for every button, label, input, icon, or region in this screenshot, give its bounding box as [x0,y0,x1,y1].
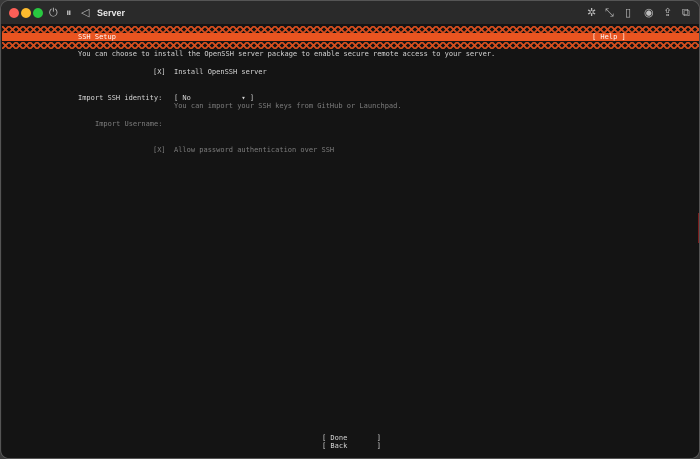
back-icon[interactable]: ◁ [81,5,89,21]
close-window-button[interactable] [9,8,19,18]
password-auth-label[interactable]: Allow password authentication over SSH [174,146,334,155]
terminal-window: ⏻ ⏸ ◁ Server ✲ ⤡ ▯ ◉ ⇪ ⧉ SSH Setup [ Hel… [0,0,700,459]
import-identity-hint: You can import your SSH keys from GitHub… [174,102,402,110]
back-button[interactable]: [ Back ] [322,442,381,451]
import-username-label: Import Username: [95,120,163,128]
decorative-border-bottom [2,42,699,49]
display-icon[interactable]: ✲ [587,5,596,21]
zoom-window-button[interactable] [33,8,43,18]
import-identity-label: Import SSH identity: [78,94,163,102]
decorative-border-top [2,26,699,33]
page-title: SSH Setup [78,33,116,41]
installer-header: SSH Setup [ Help ] [2,33,699,41]
terminal-screen: SSH Setup [ Help ] You can choose to ins… [2,25,699,458]
minimize-window-button[interactable] [21,8,31,18]
power-icon[interactable]: ⏻ [49,5,58,21]
install-openssh-checkbox[interactable]: [X] [153,68,166,77]
install-openssh-label[interactable]: Install OpenSSH server [174,68,267,77]
usb-icon[interactable]: ▯ [625,5,631,21]
windows-icon[interactable]: ⧉ [682,5,690,21]
window-title: Server [97,8,126,18]
intro-text: You can choose to install the OpenSSH se… [78,50,496,58]
help-button[interactable]: [ Help ] [592,33,626,41]
network-icon[interactable]: ◉ [644,5,654,21]
pause-icon[interactable]: ⏸ [66,5,72,21]
resize-icon[interactable]: ⤡ [605,5,614,21]
share-icon[interactable]: ⇪ [663,5,672,21]
password-auth-checkbox[interactable]: [X] [153,146,166,155]
title-bar: ⏻ ⏸ ◁ Server ✲ ⤡ ▯ ◉ ⇪ ⧉ [1,1,699,25]
